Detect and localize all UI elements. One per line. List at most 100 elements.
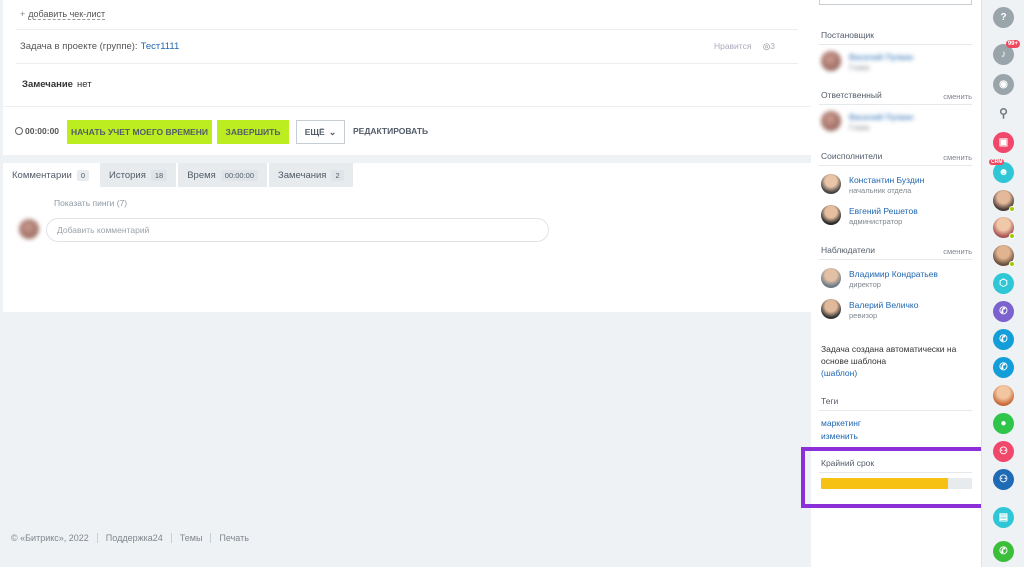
meeting-icon[interactable]: ⚇ — [993, 469, 1014, 490]
template-link[interactable]: (шаблон) — [821, 368, 857, 378]
bell-icon[interactable]: ♪ 99+ — [993, 40, 1020, 65]
views-count: 3 — [770, 41, 775, 51]
timer: 00:00:00 — [15, 126, 59, 136]
likes-block: Нравится ◎3 — [714, 41, 775, 52]
project-link[interactable]: Тест1111 — [141, 41, 180, 52]
person-name[interactable]: Василий Пупкин — [849, 112, 913, 122]
copyright: © «Битрикс», 2022 — [11, 533, 89, 543]
project-label: Задача в проекте (группе): — [20, 41, 138, 52]
like-button[interactable]: Нравится — [714, 41, 752, 51]
crm-badge: CRM — [989, 159, 1005, 165]
accomplice[interactable]: Евгений Решетов администратор — [821, 205, 976, 227]
tabs: Комментарии 0 История 18 Время 00:00:00 Зам… — [3, 163, 355, 187]
tab-label: Время — [187, 169, 216, 181]
avatar — [821, 174, 841, 194]
finish-button[interactable]: ЗАВЕРШИТЬ — [217, 120, 289, 144]
responsible[interactable]: Василий Пупкин Глава — [821, 111, 976, 133]
user-avatar-icon[interactable] — [993, 190, 1015, 212]
tab-history[interactable]: История 18 — [100, 163, 177, 187]
change-responsible[interactable]: сменить — [943, 92, 972, 101]
auto-created-text: Задача создана автоматически на основе ш… — [821, 344, 957, 366]
project-info: Задача в проекте (группе): Тест1111 — [20, 41, 179, 52]
call-icon[interactable]: ✆ — [993, 541, 1014, 562]
print-link[interactable]: Печать — [219, 533, 248, 543]
person-role: директор — [849, 280, 881, 289]
divider — [210, 533, 212, 543]
right-rail: ? ♪ 99+ ◉ ⚲ ▣ ☻ CRM ⬡ ✆ ✆ ✆ ● ⚇ ⚇ ▤ ✆ — [981, 0, 1024, 567]
crm-contact-icon[interactable]: ☻ CRM — [989, 159, 1014, 183]
chat-icon[interactable]: ◉ — [993, 74, 1014, 95]
creator-heading: Постановщик — [821, 30, 875, 40]
tab-time[interactable]: Время 00:00:00 — [178, 163, 267, 187]
document-icon[interactable]: ▤ — [993, 507, 1014, 528]
remark-value: нет — [76, 79, 92, 90]
search-icon[interactable]: ⚲ — [993, 102, 1014, 123]
observer[interactable]: Владимир Кондратьев директор — [821, 268, 976, 290]
auto-created-note: Задача создана автоматически на основе ш… — [821, 343, 971, 379]
tab-label: История — [109, 169, 146, 181]
avatar — [19, 219, 39, 239]
more-button[interactable]: ЕЩЁ ⌄ — [296, 120, 345, 144]
avatar — [821, 205, 841, 225]
avatar — [821, 111, 841, 131]
group-icon[interactable]: ⚇ — [993, 441, 1014, 462]
person-name[interactable]: Евгений Решетов — [849, 206, 918, 216]
android-icon[interactable]: ⬡ — [993, 273, 1014, 294]
tag-marketing[interactable]: маркетинг — [821, 418, 861, 428]
phone-icon[interactable]: ✆ — [993, 329, 1014, 350]
divider — [16, 29, 798, 30]
task-controls: 00:00:00 НАЧАТЬ УЧЕТ МОЕГО ВРЕМЕНИ ЗАВЕР… — [3, 106, 811, 155]
person-role: ревизор — [849, 311, 878, 320]
calendar-icon[interactable]: ▣ — [993, 132, 1014, 153]
user-icon[interactable]: ● — [993, 413, 1014, 434]
add-checklist[interactable]: + добавить чек-лист — [20, 9, 106, 20]
person-role: Глава — [849, 63, 870, 72]
remark-label: Замечание — [22, 79, 73, 90]
accomplice[interactable]: Константин Буздин начальник отдела — [821, 174, 976, 196]
change-observers[interactable]: сменить — [943, 247, 972, 256]
edit-tags-link[interactable]: изменить — [821, 431, 858, 441]
person-role: Глава — [849, 123, 870, 132]
edit-button[interactable]: РЕДАКТИРОВАТЬ — [353, 126, 428, 136]
help-icon[interactable]: ? — [993, 7, 1014, 28]
divider — [16, 63, 798, 64]
task-card: + добавить чек-лист Задача в проекте (гру… — [3, 0, 811, 155]
footer: © «Битрикс», 2022 Поддержка24 Темы Печат… — [11, 533, 249, 543]
tab-label: Комментарии — [12, 169, 72, 181]
tab-comments[interactable]: Комментарии 0 — [3, 163, 99, 187]
comment-input[interactable]: Добавить комментарий — [46, 218, 549, 242]
viber-icon[interactable]: ✆ — [993, 301, 1014, 322]
chevron-down-icon: ⌄ — [328, 126, 337, 137]
creator[interactable]: Василий Пупкин Глава — [821, 51, 976, 73]
person-role: администратор — [849, 217, 903, 226]
themes-link[interactable]: Темы — [180, 533, 203, 543]
user-avatar-icon[interactable] — [993, 385, 1014, 406]
start-time-button[interactable]: НАЧАТЬ УЧЕТ МОЕГО ВРЕМЕНИ — [67, 120, 212, 144]
comments-panel: Комментарии 0 История 18 Время 00:00:00 Зам… — [3, 163, 811, 312]
highlight-box — [801, 447, 986, 508]
divider — [819, 259, 972, 260]
person-name[interactable]: Константин Буздин — [849, 175, 924, 185]
person-name[interactable]: Валерий Величко — [849, 300, 918, 310]
user-avatar-icon[interactable] — [993, 245, 1015, 267]
show-pings-link[interactable]: Показать пинги (7) — [54, 198, 127, 208]
add-checklist-link[interactable]: добавить чек-лист — [28, 9, 106, 20]
divider — [819, 104, 972, 105]
plus-icon: + — [20, 9, 26, 19]
tab-label: Замечания — [278, 169, 327, 181]
tab-count: 2 — [331, 169, 344, 181]
status-box — [819, 0, 972, 5]
support-link[interactable]: Поддержка24 — [106, 533, 163, 543]
tab-count: 0 — [76, 169, 90, 181]
divider — [819, 410, 972, 411]
observer[interactable]: Валерий Величко ревизор — [821, 299, 976, 321]
avatar — [821, 268, 841, 288]
online-status — [1009, 206, 1015, 212]
user-avatar-icon[interactable] — [993, 217, 1015, 239]
phone-icon[interactable]: ✆ — [993, 357, 1014, 378]
avatar — [821, 299, 841, 319]
person-name[interactable]: Владимир Кондратьев — [849, 269, 938, 279]
tab-remarks[interactable]: Замечания 2 — [269, 163, 353, 187]
person-name[interactable]: Василий Пупкин — [849, 52, 913, 62]
change-accomplices[interactable]: сменить — [943, 153, 972, 162]
